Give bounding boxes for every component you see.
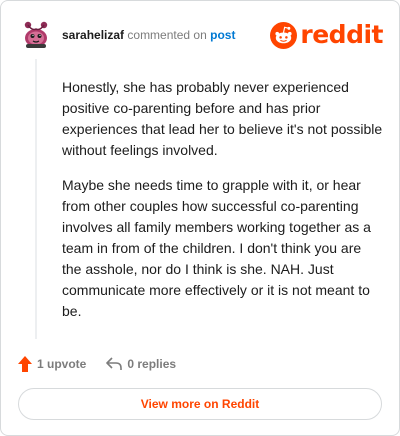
thread-line[interactable]: [35, 59, 37, 339]
comment-body: Honestly, she has probably never experie…: [62, 77, 384, 336]
comment-header: sarahelizaf commented on post reddit: [19, 17, 383, 53]
comment-embed-card: sarahelizaf commented on post reddit Hon…: [0, 0, 400, 436]
replies-count: 0 replies: [127, 357, 177, 371]
username[interactable]: sarahelizaf: [62, 28, 124, 42]
reply-icon: [106, 357, 123, 370]
comment-paragraph: Maybe she needs time to grapple with it,…: [62, 177, 371, 319]
upvote-count: 1 upvote: [37, 357, 87, 371]
upvote-button[interactable]: 1 upvote: [18, 356, 86, 372]
replies-button[interactable]: 0 replies: [106, 357, 176, 371]
comment-meta: sarahelizaf commented on post: [62, 28, 235, 42]
reddit-snoo-icon: [270, 21, 298, 49]
comment-paragraph: Honestly, she has probably never experie…: [62, 79, 383, 158]
commented-on-text: commented on: [127, 28, 207, 42]
user-avatar[interactable]: [19, 17, 53, 51]
reddit-wordmark: reddit: [300, 20, 383, 49]
post-link[interactable]: post: [210, 28, 235, 42]
comment-actions: 1 upvote 0 replies: [18, 355, 196, 373]
reddit-logo[interactable]: reddit: [270, 21, 383, 49]
view-more-button[interactable]: View more on Reddit: [18, 388, 382, 420]
upvote-arrow-icon: [18, 356, 32, 372]
